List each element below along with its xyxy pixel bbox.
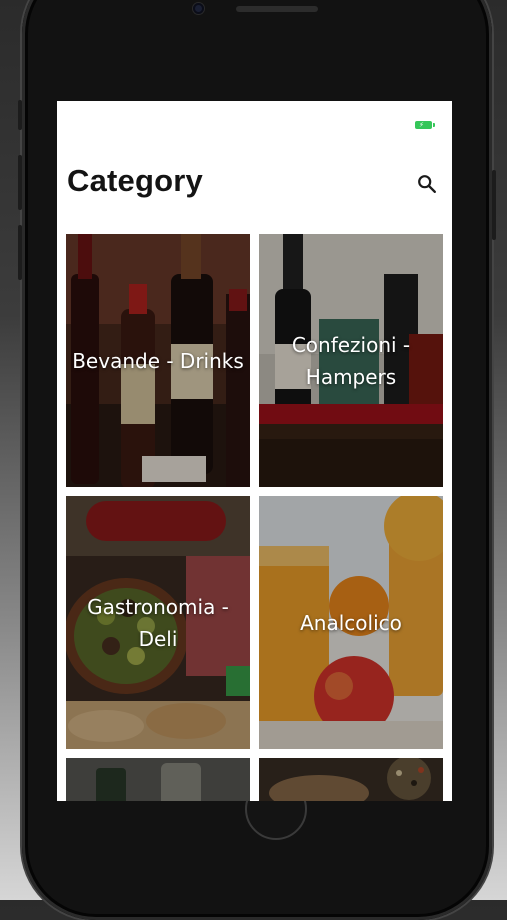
earpiece-speaker [236,6,318,12]
category-label: Gastronomia - Deli [87,594,229,651]
charging-bolt-icon: ⚡ [419,121,424,129]
category-tile-drinks[interactable]: Bevande - Drinks [66,234,250,487]
category-tile-hampers[interactable]: Confezioni - Hampers [259,234,443,487]
volume-up-button [18,155,22,210]
category-label: Bevande - Drinks [72,348,244,373]
category-label: Confezioni - Hampers [291,332,411,389]
category-grid: Bevande - Drinks Confezioni - Hampers Ga… [66,234,444,801]
tile-overlay [66,758,250,801]
category-tile-5[interactable] [66,758,250,801]
app-screen: ⚡ Category Bevande - Drinks Confezioni -… [57,101,452,801]
front-camera [193,3,204,14]
page-header: Category [57,147,452,233]
power-button [492,170,496,240]
status-bar: ⚡ [57,101,452,147]
mute-switch [18,100,22,130]
volume-down-button [18,225,22,280]
category-tile-analcolico[interactable]: Analcolico [259,496,443,749]
category-label: Analcolico [300,610,402,635]
page-title: Category [67,163,203,198]
battery-icon: ⚡ [415,121,435,129]
tile-overlay [259,758,443,801]
category-tile-deli[interactable]: Gastronomia - Deli [66,496,250,749]
category-tile-6[interactable] [259,758,443,801]
search-icon[interactable] [416,173,438,195]
